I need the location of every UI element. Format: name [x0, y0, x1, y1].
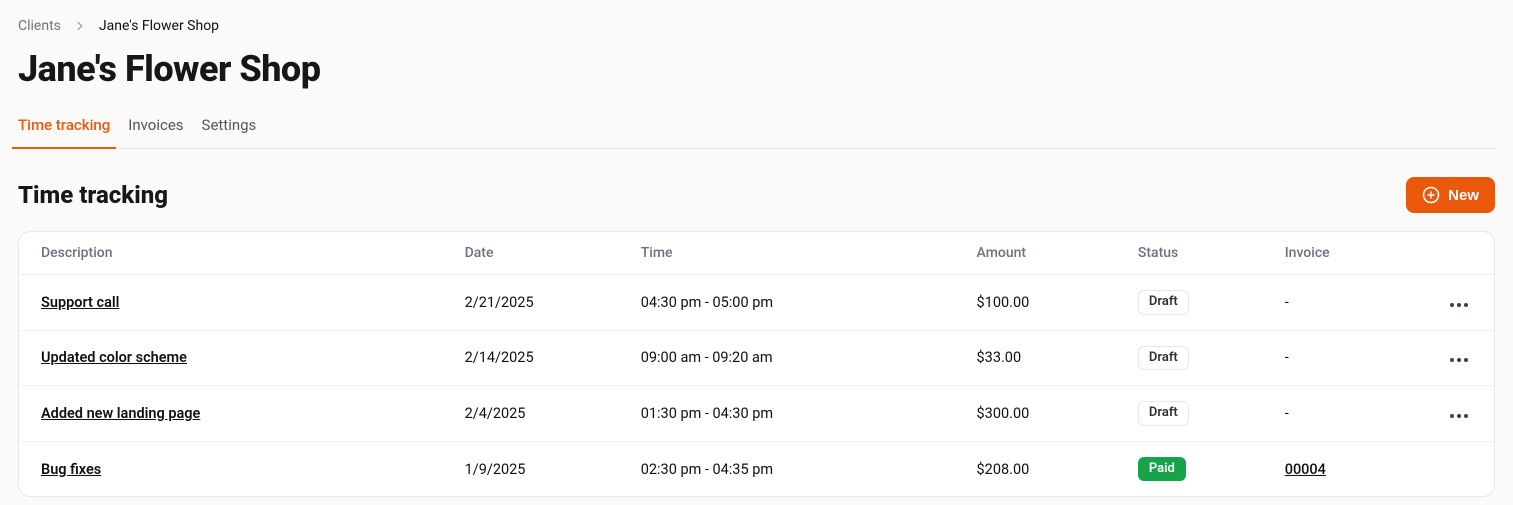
status-badge: Paid [1138, 457, 1186, 482]
entry-actions-cell [1424, 441, 1494, 496]
entry-time: 04:30 pm - 05:00 pm [619, 275, 955, 331]
status-badge: Draft [1138, 346, 1189, 371]
invoice-empty: - [1285, 349, 1289, 366]
entry-time: 01:30 pm - 04:30 pm [619, 386, 955, 442]
section-header: Time tracking New [18, 177, 1495, 213]
entry-actions-cell [1424, 275, 1494, 331]
tab-invoices[interactable]: Invoices [128, 108, 183, 148]
table-row: Updated color scheme 2/14/202509:00 am - … [19, 330, 1494, 386]
entry-time: 02:30 pm - 04:35 pm [619, 441, 955, 496]
entry-date: 2/14/2025 [443, 330, 619, 386]
breadcrumb-root-link[interactable]: Clients [18, 18, 61, 34]
tab-time-tracking[interactable]: Time tracking [18, 108, 110, 148]
entry-description-link[interactable]: Added new landing page [41, 405, 200, 422]
time-tracking-table-card: Description Date Time Amount Status Invo… [18, 231, 1495, 497]
more-actions-icon[interactable] [1446, 410, 1472, 422]
entry-invoice-cell: 00004 [1263, 441, 1424, 496]
plus-circle-icon [1422, 186, 1440, 204]
tabs: Time tracking Invoices Settings [18, 108, 1495, 149]
entry-actions-cell [1424, 330, 1494, 386]
chevron-right-icon [73, 19, 87, 33]
entry-invoice-cell: - [1263, 275, 1424, 331]
entry-invoice-cell: - [1263, 386, 1424, 442]
table-row: Support call 2/21/202504:30 pm - 05:00 pm… [19, 275, 1494, 331]
more-actions-icon[interactable] [1446, 299, 1472, 311]
entry-date: 1/9/2025 [443, 441, 619, 496]
status-badge: Draft [1138, 290, 1189, 315]
entry-time: 09:00 am - 09:20 am [619, 330, 955, 386]
table-row: Bug fixes 1/9/202502:30 pm - 04:35 pm$208… [19, 441, 1494, 496]
new-button-label: New [1448, 187, 1479, 204]
invoice-link[interactable]: 00004 [1285, 461, 1326, 478]
time-tracking-table: Description Date Time Amount Status Invo… [19, 232, 1494, 496]
entry-invoice-cell: - [1263, 330, 1424, 386]
new-button[interactable]: New [1406, 177, 1495, 213]
section-title: Time tracking [18, 181, 168, 209]
entry-date: 2/4/2025 [443, 386, 619, 442]
breadcrumb: Clients Jane's Flower Shop [18, 18, 1495, 34]
entry-amount: $300.00 [955, 386, 1116, 442]
entry-date: 2/21/2025 [443, 275, 619, 331]
invoice-empty: - [1285, 405, 1289, 422]
entry-status-cell: Draft [1116, 275, 1263, 331]
entry-description-link[interactable]: Updated color scheme [41, 349, 187, 366]
column-header-time: Time [619, 232, 955, 275]
entry-status-cell: Draft [1116, 386, 1263, 442]
column-header-description: Description [19, 232, 443, 275]
entry-description-link[interactable]: Support call [41, 294, 119, 311]
breadcrumb-current: Jane's Flower Shop [99, 18, 219, 34]
entry-description-link[interactable]: Bug fixes [41, 461, 101, 478]
table-row: Added new landing page 2/4/202501:30 pm -… [19, 386, 1494, 442]
page-title: Jane's Flower Shop [18, 48, 1495, 90]
column-header-actions [1424, 232, 1494, 275]
entry-amount: $208.00 [955, 441, 1116, 496]
entry-amount: $33.00 [955, 330, 1116, 386]
column-header-date: Date [443, 232, 619, 275]
entry-amount: $100.00 [955, 275, 1116, 331]
column-header-amount: Amount [955, 232, 1116, 275]
invoice-empty: - [1285, 294, 1289, 311]
tab-settings[interactable]: Settings [202, 108, 257, 148]
column-header-status: Status [1116, 232, 1263, 275]
entry-status-cell: Draft [1116, 330, 1263, 386]
entry-status-cell: Paid [1116, 441, 1263, 496]
more-actions-icon[interactable] [1446, 354, 1472, 366]
column-header-invoice: Invoice [1263, 232, 1424, 275]
status-badge: Draft [1138, 401, 1189, 426]
entry-actions-cell [1424, 386, 1494, 442]
